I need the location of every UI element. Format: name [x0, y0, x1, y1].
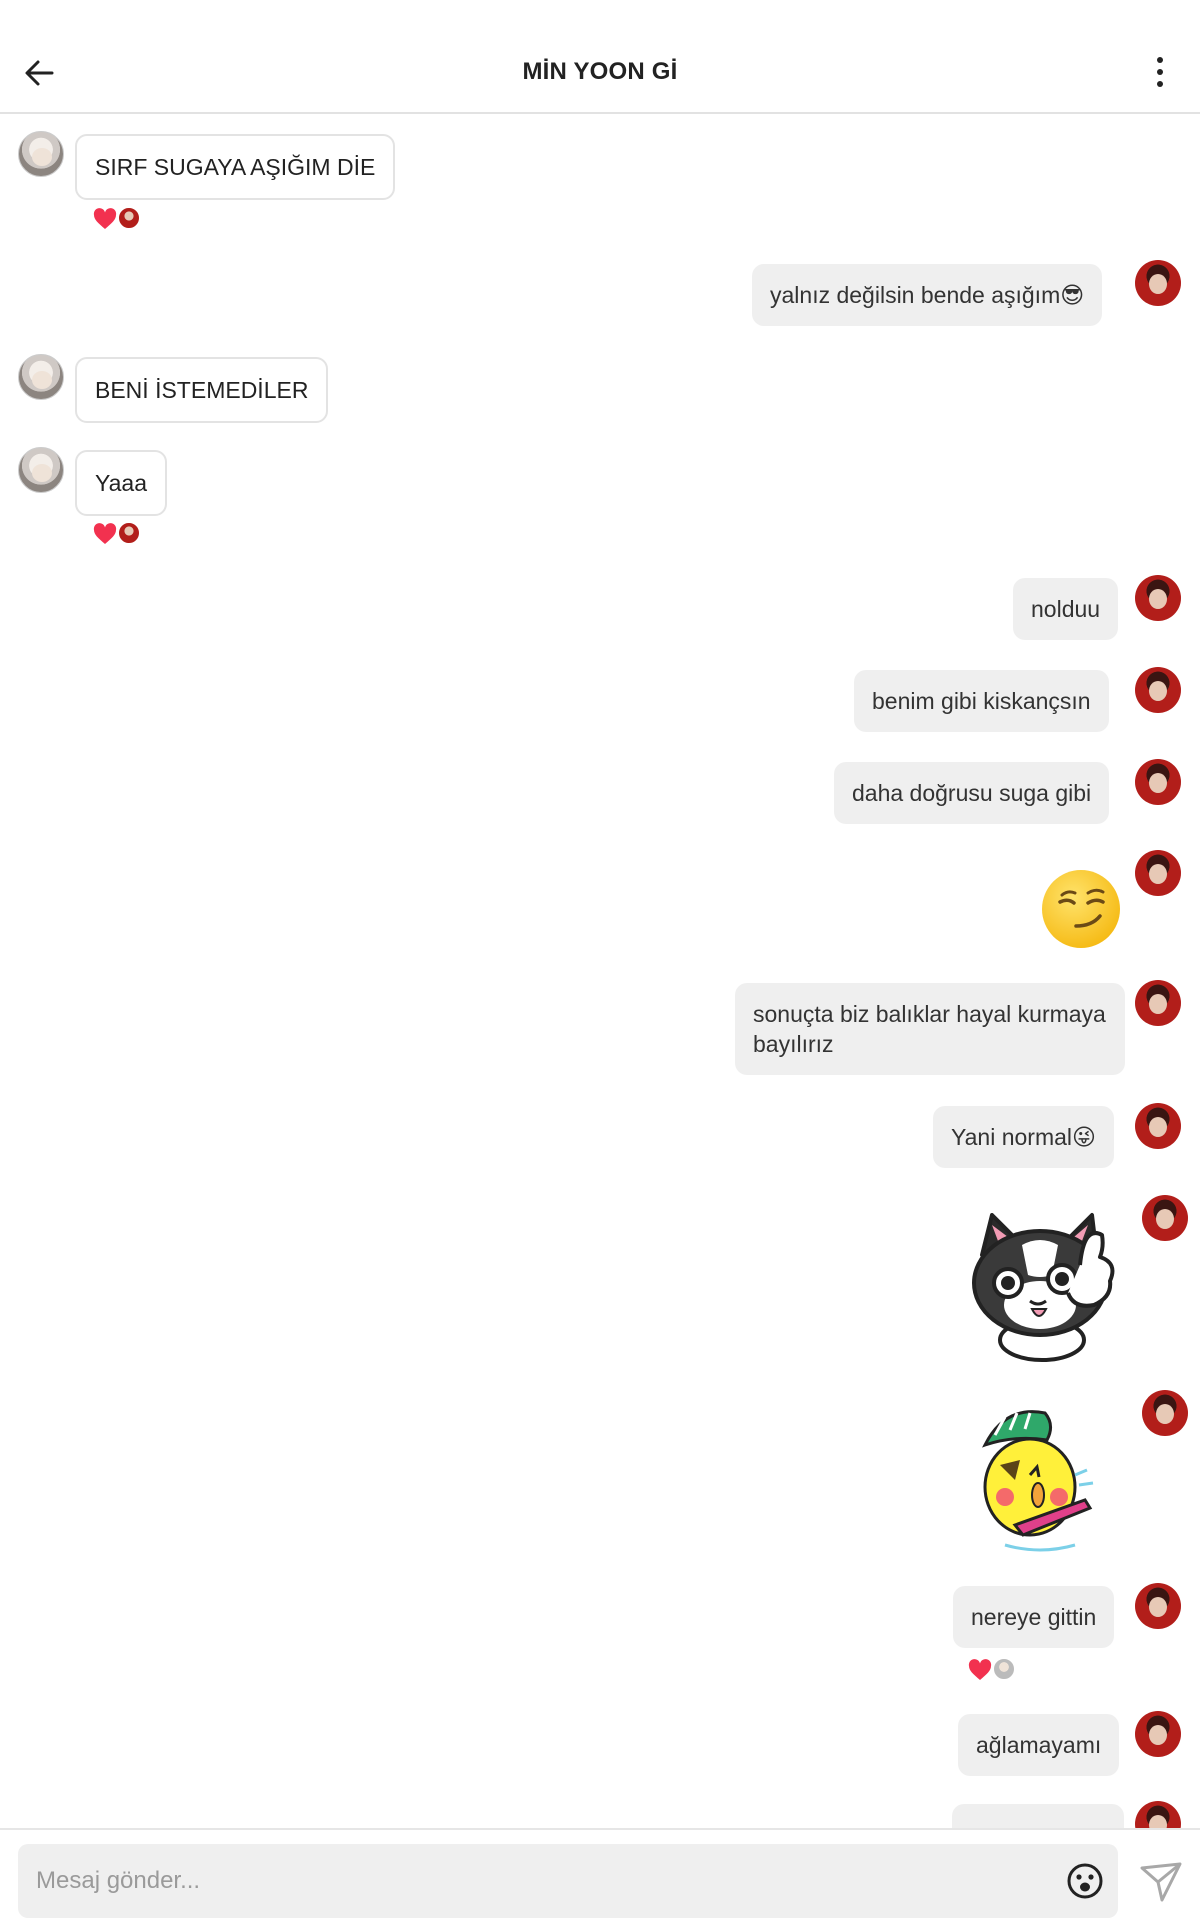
avatar-me[interactable]	[1135, 575, 1181, 621]
avatar-me[interactable]	[1135, 260, 1181, 306]
message-bubble[interactable]: Yani normal😜	[933, 1106, 1114, 1168]
message-bubble[interactable]: yalnız değilsin bende aşığım😎	[752, 264, 1103, 326]
message-bubble[interactable]: ağlamayamı	[958, 1714, 1120, 1776]
message-reactions[interactable]	[93, 205, 147, 231]
more-options-icon[interactable]	[1154, 57, 1166, 91]
message-bubble[interactable]: sonuçta biz balıklar hayal kurmaya bayıl…	[735, 983, 1125, 1075]
chat-title: MİN YOON Gİ	[522, 58, 678, 85]
chat-header: MİN YOON Gİ	[0, 0, 1200, 114]
message-composer	[0, 1828, 1200, 1920]
avatar-me[interactable]	[1142, 1195, 1188, 1241]
sticker-cat-thumbs-up[interactable]	[962, 1205, 1122, 1365]
message-input[interactable]	[36, 1864, 1036, 1898]
reactor-avatar	[117, 521, 141, 545]
avatar-suga[interactable]	[18, 447, 64, 493]
avatar-me[interactable]	[1135, 1711, 1181, 1757]
send-icon[interactable]	[1140, 1860, 1182, 1902]
avatar-suga[interactable]	[18, 131, 64, 177]
avatar-me[interactable]	[1135, 980, 1181, 1026]
message-bubble[interactable]: daha doğrusu suga gibi	[834, 762, 1110, 824]
chick-sticker-icon	[982, 1410, 1094, 1552]
cat-sticker-icon	[972, 1213, 1115, 1362]
smirk-face-icon	[1042, 870, 1120, 948]
reactor-avatar	[992, 1657, 1016, 1681]
avatar-suga[interactable]	[18, 354, 64, 400]
heart-reaction-icon	[93, 523, 117, 544]
message-bubble[interactable]: SIRF SUGAYA AŞIĞIM DİE	[75, 134, 396, 200]
emoji-picker-icon[interactable]	[1066, 1862, 1104, 1900]
avatar-me[interactable]	[1135, 759, 1181, 805]
sticker-chick-guitar[interactable]	[975, 1405, 1105, 1555]
avatar-me[interactable]	[1135, 850, 1181, 896]
message-reactions[interactable]	[968, 1656, 1022, 1682]
reactor-avatar	[117, 206, 141, 230]
heart-reaction-icon	[93, 208, 117, 229]
avatar-me[interactable]	[1135, 667, 1181, 713]
avatar-me[interactable]	[1135, 1583, 1181, 1629]
avatar-me[interactable]	[1142, 1390, 1188, 1436]
message-bubble[interactable]: Yaaa	[75, 450, 168, 516]
message-bubble[interactable]: benim gibi kiskançsın	[854, 670, 1109, 732]
message-bubble[interactable]: BENİ İSTEMEDİLER	[75, 357, 329, 423]
avatar-me[interactable]	[1135, 1103, 1181, 1149]
message-reactions[interactable]	[93, 520, 147, 546]
smirk-emoji-message[interactable]: 😏	[1040, 868, 1122, 950]
message-bubble[interactable]: nolduu	[1013, 578, 1119, 640]
message-bubble[interactable]: nereye gittin	[953, 1586, 1115, 1648]
heart-reaction-icon	[968, 1659, 992, 1680]
message-input-container	[18, 1844, 1118, 1918]
